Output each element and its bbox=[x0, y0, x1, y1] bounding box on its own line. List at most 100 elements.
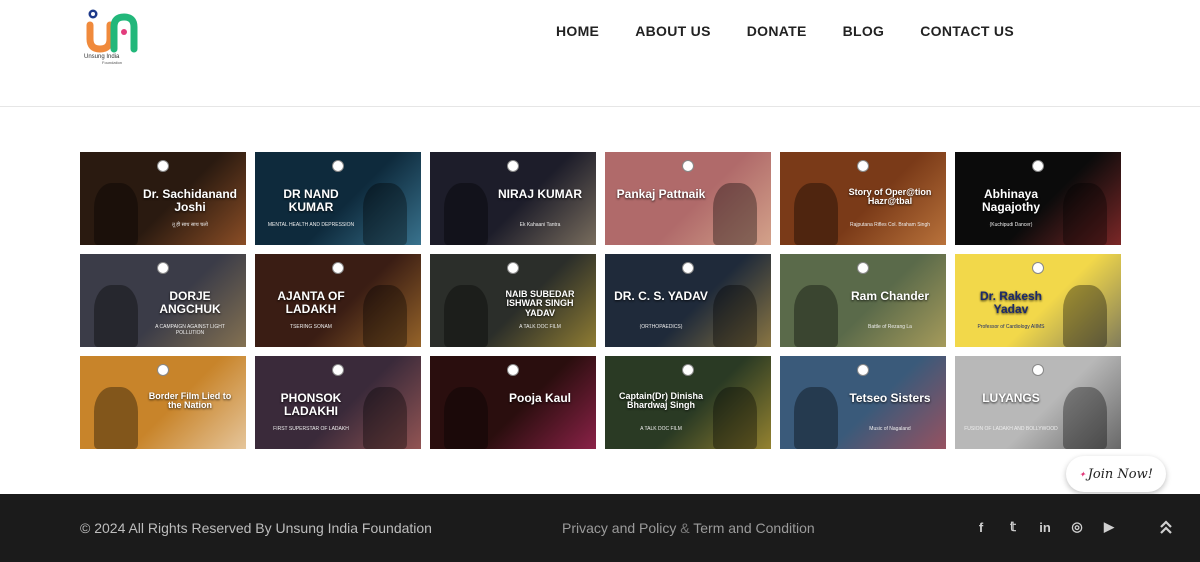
thumbnail-title: Tetseo Sisters bbox=[849, 391, 931, 405]
thumbnail-title: Border Film Lied to the Nation bbox=[148, 391, 232, 411]
thumbnail-subtitle: FIRST SUPERSTAR OF LADAKH bbox=[273, 426, 349, 432]
thumbnail-title: NIRAJ KUMAR bbox=[498, 187, 582, 201]
thumbnail-title: DR NAND KUMAR bbox=[283, 187, 339, 214]
thumbnail-title: DORJE ANGCHUK bbox=[159, 289, 221, 316]
channel-logo-icon bbox=[332, 262, 344, 274]
channel-logo-icon bbox=[332, 364, 344, 376]
linkedin-icon[interactable]: in bbox=[1036, 518, 1054, 536]
nav-contact-us[interactable]: CONTACT US bbox=[920, 22, 1014, 40]
page-banner-strip bbox=[0, 72, 1200, 107]
thumbnail-subtitle: Battle of Rezang La bbox=[868, 324, 912, 330]
thumbnail-title: PHONSOK LADAKHI bbox=[280, 391, 342, 418]
video-thumbnail[interactable]: AJANTA OF LADAKH TSERING SONAM bbox=[255, 254, 421, 347]
channel-logo-icon bbox=[332, 160, 344, 172]
youtube-icon[interactable]: ▶ bbox=[1100, 518, 1118, 536]
site-logo[interactable]: Unsung India Foundation bbox=[84, 5, 144, 65]
nav-blog[interactable]: BLOG bbox=[843, 22, 885, 40]
thumbnail-title: Abhinaya Nagajothy bbox=[981, 187, 1040, 214]
thumbnail-person-silhouette bbox=[1063, 285, 1107, 347]
video-thumbnail[interactable]: Pooja Kaul bbox=[430, 356, 596, 449]
facebook-icon[interactable]: f bbox=[972, 518, 990, 536]
thumbnail-subtitle: (Kuchipudi Dancer) bbox=[989, 222, 1033, 228]
video-thumbnail[interactable]: Border Film Lied to the Nation bbox=[80, 356, 246, 449]
site-footer: © 2024 All Rights Reserved By Unsung Ind… bbox=[0, 494, 1200, 562]
thumbnail-subtitle: (ORTHOPAEDICS) bbox=[639, 324, 683, 330]
thumbnail-subtitle: Ek Kahaani Tantra bbox=[519, 222, 561, 228]
thumbnail-title: Pankaj Pattnaik bbox=[616, 187, 706, 201]
scroll-to-top-button[interactable] bbox=[1158, 518, 1174, 536]
social-links: f 𝕥 in ◎ ▶ bbox=[972, 518, 1118, 536]
double-chevron-up-icon bbox=[1160, 520, 1172, 534]
nav-donate[interactable]: DONATE bbox=[747, 22, 807, 40]
thumbnail-person-silhouette bbox=[444, 387, 488, 449]
channel-logo-icon bbox=[682, 262, 694, 274]
video-thumbnail[interactable]: Tetseo Sisters Music of Nagaland bbox=[780, 356, 946, 449]
thumbnail-person-silhouette bbox=[1063, 387, 1107, 449]
thumbnail-person-silhouette bbox=[794, 285, 838, 347]
thumbnail-person-silhouette bbox=[713, 285, 757, 347]
main-nav: HOME ABOUT US DONATE BLOG CONTACT US bbox=[556, 22, 1014, 40]
nav-about-us[interactable]: ABOUT US bbox=[635, 22, 711, 40]
twitter-icon[interactable]: 𝕥 bbox=[1004, 518, 1022, 536]
video-thumbnail[interactable]: NAIB SUBEDAR ISHWAR SINGH YADAV A TALK DO… bbox=[430, 254, 596, 347]
thumbnail-title: NAIB SUBEDAR ISHWAR SINGH YADAV bbox=[505, 289, 575, 318]
thumbnail-title: Captain(Dr) Dinisha Bhardwaj Singh bbox=[618, 391, 703, 411]
terms-link[interactable]: Term and Condition bbox=[693, 520, 814, 536]
channel-logo-icon bbox=[157, 262, 169, 274]
video-thumbnail[interactable]: Dr. Sachidanand Joshi तू ही साथ साथ चलो bbox=[80, 152, 246, 245]
channel-logo-icon bbox=[157, 160, 169, 172]
nav-home[interactable]: HOME bbox=[556, 22, 599, 40]
thumbnail-title: Dr. Rakesh Yadav bbox=[979, 289, 1043, 316]
thumbnail-person-silhouette bbox=[444, 183, 488, 245]
thumbnail-title: Dr. Sachidanand Joshi bbox=[142, 187, 238, 214]
thumbnail-subtitle: A TALK DOC FILM bbox=[640, 426, 682, 432]
thumbnail-title: Ram Chander bbox=[850, 289, 930, 303]
thumbnail-title: Story of Oper@tion Hazr@tbal bbox=[848, 187, 932, 207]
brand-sub: Foundation bbox=[102, 60, 123, 65]
site-header: Unsung India Foundation HOME ABOUT US DO… bbox=[0, 0, 1200, 72]
thumbnail-person-silhouette bbox=[94, 183, 138, 245]
video-thumbnail[interactable]: NIRAJ KUMAR Ek Kahaani Tantra bbox=[430, 152, 596, 245]
thumbnail-title: Pooja Kaul bbox=[508, 391, 571, 405]
channel-logo-icon bbox=[857, 364, 869, 376]
video-thumbnail[interactable]: Abhinaya Nagajothy (Kuchipudi Dancer) bbox=[955, 152, 1121, 245]
instagram-icon[interactable]: ◎ bbox=[1068, 518, 1086, 536]
thumbnail-subtitle: A CAMPAIGN AGAINST LIGHT POLLUTION bbox=[155, 324, 225, 336]
channel-logo-icon bbox=[1032, 160, 1044, 172]
thumbnail-title: LUYANGS bbox=[982, 391, 1040, 405]
thumbnail-person-silhouette bbox=[363, 387, 407, 449]
thumbnail-subtitle: MENTAL HEALTH AND DEPRESSION bbox=[267, 222, 355, 228]
video-thumbnail[interactable]: DR. C. S. YADAV (ORTHOPAEDICS) bbox=[605, 254, 771, 347]
thumbnail-subtitle: A TALK DOC FILM bbox=[519, 324, 561, 330]
channel-logo-icon bbox=[682, 160, 694, 172]
thumbnail-subtitle: FUSION OF LADAKH AND BOLLYWOOD bbox=[964, 426, 1058, 432]
thumbnail-person-silhouette bbox=[713, 387, 757, 449]
sparkle-icon: ✦ bbox=[1079, 469, 1086, 479]
video-thumbnail[interactable]: Dr. Rakesh Yadav Professor of Cardiology … bbox=[955, 254, 1121, 347]
thumbnail-person-silhouette bbox=[94, 285, 138, 347]
copyright-text: © 2024 All Rights Reserved By Unsung Ind… bbox=[80, 520, 432, 536]
thumbnail-title: AJANTA OF LADAKH bbox=[277, 289, 345, 316]
join-now-button[interactable]: ✦ Join Now! bbox=[1066, 456, 1166, 492]
channel-logo-icon bbox=[857, 262, 869, 274]
video-gallery: Dr. Sachidanand Joshi तू ही साथ साथ चलो DR… bbox=[80, 152, 1122, 449]
video-thumbnail[interactable]: Ram Chander Battle of Rezang La bbox=[780, 254, 946, 347]
video-thumbnail[interactable]: Captain(Dr) Dinisha Bhardwaj Singh A TALK… bbox=[605, 356, 771, 449]
thumbnail-person-silhouette bbox=[363, 285, 407, 347]
join-now-label: Join Now! bbox=[1087, 466, 1153, 482]
footer-links: Privacy and Policy & Term and Condition bbox=[562, 520, 815, 536]
video-thumbnail[interactable]: DORJE ANGCHUK A CAMPAIGN AGAINST LIGHT PO… bbox=[80, 254, 246, 347]
video-thumbnail[interactable]: Story of Oper@tion Hazr@tbal Rajputana Ri… bbox=[780, 152, 946, 245]
thumbnail-subtitle: Music of Nagaland bbox=[869, 426, 911, 432]
channel-logo-icon bbox=[157, 364, 169, 376]
channel-logo-icon bbox=[682, 364, 694, 376]
privacy-policy-link[interactable]: Privacy and Policy bbox=[562, 520, 676, 536]
video-thumbnail[interactable]: LUYANGS FUSION OF LADAKH AND BOLLYWOOD bbox=[955, 356, 1121, 449]
thumbnail-subtitle: TSERING SONAM bbox=[290, 324, 332, 330]
video-thumbnail[interactable]: DR NAND KUMAR MENTAL HEALTH AND DEPRESSIO… bbox=[255, 152, 421, 245]
video-thumbnail[interactable]: Pankaj Pattnaik bbox=[605, 152, 771, 245]
video-thumbnail[interactable]: PHONSOK LADAKHI FIRST SUPERSTAR OF LADAKH bbox=[255, 356, 421, 449]
logo-text: Unsung India Foundation bbox=[84, 54, 144, 66]
thumbnail-subtitle: Professor of Cardiology AIIMS bbox=[977, 324, 1045, 330]
thumbnail-person-silhouette bbox=[794, 183, 838, 245]
